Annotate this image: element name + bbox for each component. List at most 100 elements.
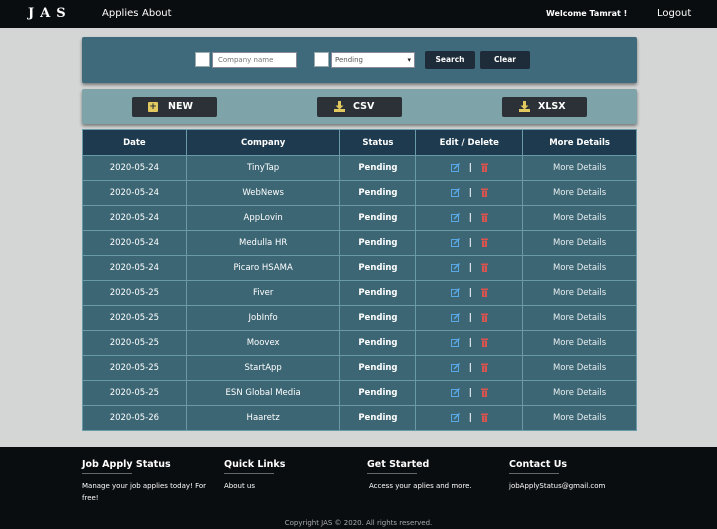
cell-company: Medulla HR [185, 230, 341, 256]
edit-icon[interactable] [450, 413, 460, 423]
logout-link[interactable]: Logout [657, 8, 691, 19]
column-header-date[interactable]: Date [82, 129, 187, 156]
table-row: 2020-05-25 Fiver Pending | More Details [82, 280, 637, 306]
status-select[interactable]: Pending ▾ [331, 52, 415, 68]
edit-icon[interactable] [450, 288, 460, 298]
edit-delete-separator: | [468, 412, 472, 423]
edit-icon[interactable] [450, 313, 460, 323]
more-details-link[interactable]: More Details [522, 205, 637, 231]
cell-date: 2020-05-24 [82, 255, 187, 281]
trash-icon[interactable] [480, 163, 488, 173]
footer-divider [509, 473, 559, 474]
contact-email[interactable]: jobApplyStatus@gmail.com [509, 480, 605, 492]
more-details-link[interactable]: More Details [522, 330, 637, 356]
column-header-company[interactable]: Company [185, 129, 341, 156]
table-row: 2020-05-24 Picaro HSAMA Pending | More Detai… [82, 255, 637, 281]
trash-icon[interactable] [480, 338, 488, 348]
trash-icon[interactable] [480, 388, 488, 398]
cell-edit-delete: | [415, 180, 524, 206]
edit-delete-separator: | [468, 362, 472, 373]
cell-status: Pending [339, 380, 417, 406]
xlsx-export-button[interactable]: XLSX [502, 97, 587, 117]
footer-text: Manage your job applies today! For free! [82, 482, 207, 502]
edit-delete-separator: | [468, 312, 472, 323]
edit-icon[interactable] [450, 188, 460, 198]
trash-icon[interactable] [480, 213, 488, 223]
edit-icon[interactable] [450, 388, 460, 398]
cell-company: ESN Global Media [185, 380, 341, 406]
new-button[interactable]: + NEW [132, 97, 217, 117]
clear-button[interactable]: Clear [480, 51, 530, 69]
cell-status: Pending [339, 280, 417, 306]
more-details-link[interactable]: More Details [522, 380, 637, 406]
download-icon [519, 101, 530, 112]
cell-status: Pending [339, 155, 417, 181]
company-filter-checkbox[interactable] [195, 52, 210, 67]
trash-icon[interactable] [480, 363, 488, 373]
cell-edit-delete: | [415, 280, 524, 306]
cell-company: Fiver [185, 280, 341, 306]
download-icon [334, 101, 345, 112]
cell-edit-delete: | [415, 205, 524, 231]
table-row: 2020-05-25 JobInfo Pending | More Details [82, 305, 637, 331]
more-details-link[interactable]: More Details [522, 305, 637, 331]
plus-box-icon: + [148, 102, 158, 112]
status-filter-checkbox[interactable] [314, 52, 329, 67]
edit-icon[interactable] [450, 163, 460, 173]
search-button[interactable]: Search [425, 51, 475, 69]
table-row: 2020-05-24 Medulla HR Pending | More Details [82, 230, 637, 256]
csv-button-label: CSV [353, 101, 375, 112]
brand-logo[interactable]: JAS [28, 6, 72, 21]
welcome-message: Welcome Tamrat ! [546, 9, 628, 18]
edit-icon[interactable] [450, 263, 460, 273]
cell-status: Pending [339, 255, 417, 281]
status-select-value: Pending [335, 56, 363, 64]
trash-icon[interactable] [480, 288, 488, 298]
cell-edit-delete: | [415, 355, 524, 381]
edit-delete-separator: | [468, 212, 472, 223]
copyright-text: Copyright JAS © 2020. All rights reserve… [284, 519, 433, 527]
cell-date: 2020-05-25 [82, 280, 187, 306]
cell-company: AppLovin [185, 205, 341, 231]
nav-link-applies[interactable]: Applies [102, 8, 138, 19]
nav-link-about[interactable]: About [142, 8, 172, 19]
more-details-link[interactable]: More Details [522, 405, 637, 431]
more-details-link[interactable]: More Details [522, 180, 637, 206]
footer-divider [367, 473, 417, 474]
cell-status: Pending [339, 205, 417, 231]
navbar: JAS Applies About Welcome Tamrat ! Logou… [0, 0, 717, 28]
edit-delete-separator: | [468, 187, 472, 198]
more-details-link[interactable]: More Details [522, 255, 637, 281]
footer-link-about-us[interactable]: About us [224, 480, 285, 492]
more-details-link[interactable]: More Details [522, 155, 637, 181]
cell-edit-delete: | [415, 330, 524, 356]
edit-icon[interactable] [450, 238, 460, 248]
trash-icon[interactable] [480, 188, 488, 198]
trash-icon[interactable] [480, 313, 488, 323]
cell-company: Picaro HSAMA [185, 255, 341, 281]
trash-icon[interactable] [480, 263, 488, 273]
edit-icon[interactable] [450, 213, 460, 223]
footer-text: Access your aplies and more. [369, 482, 472, 490]
column-header-edit-delete: Edit / Delete [415, 129, 524, 156]
trash-icon[interactable] [480, 413, 488, 423]
more-details-link[interactable]: More Details [522, 280, 637, 306]
cell-edit-delete: | [415, 230, 524, 256]
edit-icon[interactable] [450, 338, 460, 348]
trash-icon[interactable] [480, 238, 488, 248]
edit-icon[interactable] [450, 363, 460, 373]
csv-export-button[interactable]: CSV [317, 97, 402, 117]
cell-edit-delete: | [415, 405, 524, 431]
more-details-link[interactable]: More Details [522, 355, 637, 381]
cell-edit-delete: | [415, 305, 524, 331]
cell-company: Moovex [185, 330, 341, 356]
more-details-link[interactable]: More Details [522, 230, 637, 256]
cell-status: Pending [339, 230, 417, 256]
footer-col-get-started: Get Started Access your aplies and more. [367, 452, 472, 492]
footer-col-quick-links: Quick Links About us [224, 452, 285, 492]
cell-status: Pending [339, 180, 417, 206]
company-name-input[interactable] [212, 52, 297, 68]
cell-status: Pending [339, 305, 417, 331]
table-header-row: Date Company Status Edit / Delete More D… [82, 129, 637, 156]
column-header-status[interactable]: Status [339, 129, 417, 156]
